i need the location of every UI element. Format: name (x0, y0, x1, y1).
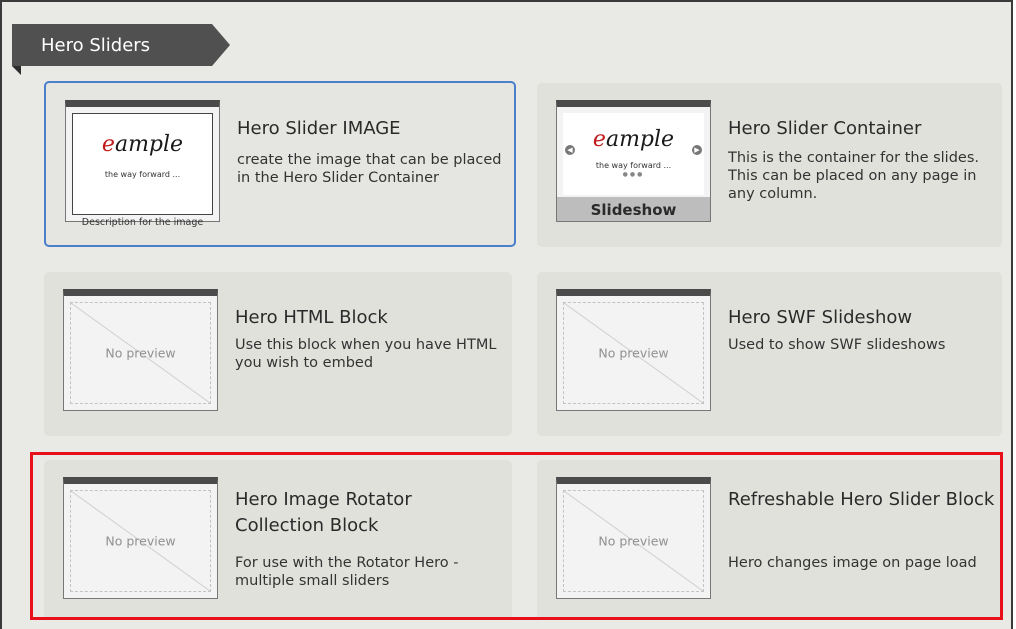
block-thumbnail: No preview (63, 477, 218, 599)
block-description: Hero changes image on page load (728, 555, 977, 571)
image-preview: eample the way forward ... (72, 113, 213, 215)
example-logo: eample (592, 127, 675, 152)
block-thumbnail: No preview (63, 289, 218, 411)
block-description: Used to show SWF slideshows (728, 337, 946, 353)
block-title: Hero SWF Slideshow (728, 307, 913, 328)
block-gallery-panel: Hero Sliders eample the way forward ... … (0, 0, 1013, 629)
block-title: Hero Slider Container (728, 118, 922, 139)
block-thumbnail: ◀ eample ▶ the way forward ... ●●● Slide… (556, 100, 711, 222)
image-caption: Description for the image (81, 217, 204, 228)
logo-tagline: the way forward ... (104, 170, 181, 179)
slide-dots: ●●● (622, 171, 645, 178)
slideshow-preview: ◀ eample ▶ the way forward ... ●●● (563, 113, 704, 195)
no-preview-text: No preview (105, 533, 176, 549)
no-preview-icon: No preview (70, 302, 211, 404)
block-card-hero-html-block[interactable]: No preview Hero HTML Block Use this bloc… (44, 272, 512, 436)
logo-tagline: the way forward ... (595, 161, 672, 170)
no-preview-text: No preview (598, 345, 669, 361)
block-title: Hero HTML Block (235, 307, 388, 328)
block-card-hero-slider-image[interactable]: eample the way forward ... Description f… (44, 81, 516, 247)
block-thumbnail: eample the way forward ... Description f… (65, 100, 220, 228)
block-thumbnail: No preview (556, 289, 711, 411)
no-preview-text: No preview (598, 533, 669, 549)
block-card-refreshable-hero-slider[interactable]: No preview Refreshable Hero Slider Block… (537, 460, 1002, 620)
block-description: This is the container for the slides. Th… (728, 150, 980, 202)
block-card-hero-slider-container[interactable]: ◀ eample ▶ the way forward ... ●●● Slide… (537, 83, 1002, 247)
block-description: create the image that can be placed in t… (237, 152, 502, 186)
block-thumbnail: No preview (556, 477, 711, 599)
example-logo: eample (101, 132, 184, 157)
no-preview-text: No preview (105, 345, 176, 361)
section-title: Hero Sliders (41, 35, 151, 56)
no-preview-icon: No preview (70, 490, 211, 592)
block-title: Hero Image Rotator Collection Block (235, 489, 412, 536)
block-title: Hero Slider IMAGE (237, 118, 401, 139)
chevron-right-icon: ▶ (692, 145, 702, 155)
slideshow-label: Slideshow (557, 197, 710, 221)
no-preview-icon: No preview (563, 302, 704, 404)
block-description: For use with the Rotator Hero - multiple… (235, 555, 459, 589)
block-title: Refreshable Hero Slider Block (728, 489, 995, 510)
block-card-hero-image-rotator-collection[interactable]: No preview Hero Image Rotator Collection… (44, 460, 512, 620)
section-header-fold (12, 66, 21, 75)
no-preview-icon: No preview (563, 490, 704, 592)
block-description: Use this block when you have HTML you wi… (235, 337, 497, 371)
block-card-hero-swf-slideshow[interactable]: No preview Hero SWF Slideshow Used to sh… (537, 272, 1002, 436)
